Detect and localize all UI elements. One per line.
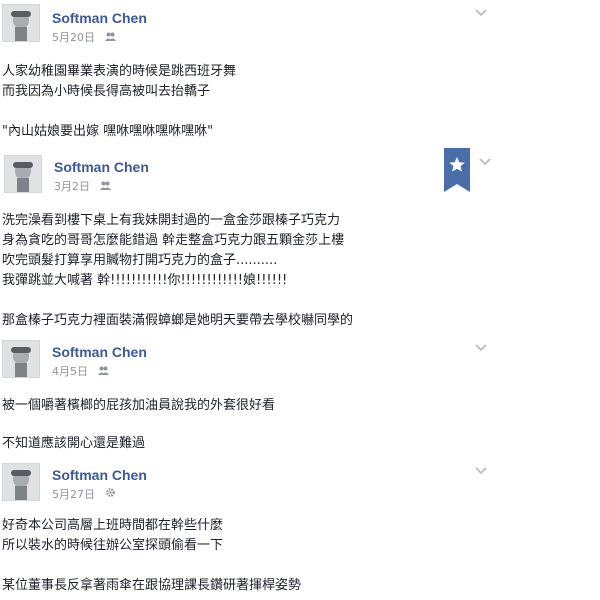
post-meta: 5月27日: [52, 486, 116, 502]
post-meta: 4月5日: [52, 363, 109, 379]
author-name[interactable]: Softman Chen: [52, 10, 147, 26]
chevron-down-icon[interactable]: [474, 8, 488, 18]
friends-icon[interactable]: [104, 31, 116, 44]
avatar[interactable]: [2, 4, 40, 42]
author-name[interactable]: Softman Chen: [54, 159, 149, 175]
avatar[interactable]: [2, 463, 40, 501]
author-name[interactable]: Softman Chen: [52, 344, 147, 360]
gear-icon[interactable]: [105, 487, 116, 501]
child-photo-icon: [3, 341, 39, 377]
author-name[interactable]: Softman Chen: [52, 467, 147, 483]
post-date[interactable]: 3月2日: [54, 180, 90, 193]
post-text-line: 那盒榛子巧克力裡面裝滿假蟑螂是她明天要帶去學校嚇同學的: [2, 313, 354, 328]
child-photo-icon: [5, 156, 41, 192]
post-text-line: 身為貪吃的哥哥怎麼能錯過 幹走整盒巧克力跟五顆金莎上樓: [2, 233, 345, 248]
post-text-line: 我彈跳並大喊著 幹!!!!!!!!!!!你!!!!!!!!!!!!娘!!!!!!: [2, 273, 288, 288]
chevron-down-icon[interactable]: [478, 157, 492, 167]
post-date[interactable]: 4月5日: [52, 365, 88, 378]
post-text-line: 洗完澡看到樓下桌上有我妹開封過的一盒金莎跟榛子巧克力: [2, 213, 341, 228]
post-text-line: 好奇本公司高層上班時間都在幹些什麼: [2, 518, 224, 533]
post-meta: 3月2日: [54, 178, 111, 194]
child-photo-icon: [3, 464, 39, 500]
avatar[interactable]: [4, 155, 42, 193]
post-text-line: 人家幼稚園畢業表演的時候是跳西班牙舞: [2, 64, 237, 79]
post-date[interactable]: 5月27日: [52, 488, 95, 501]
post-meta: 5月20日: [52, 29, 116, 45]
chevron-down-icon[interactable]: [474, 343, 488, 353]
post-text-line: 某位董事長反拿著雨傘在跟協理課長鑽研著揮桿姿勢: [2, 578, 302, 593]
post-text-line: 被一個嚼著檳榔的屁孩加油員說我的外套很好看: [2, 398, 276, 413]
chevron-down-icon[interactable]: [474, 466, 488, 476]
friends-icon[interactable]: [99, 180, 111, 193]
starred-ribbon-icon[interactable]: [444, 148, 470, 192]
post-text-line: "內山姑娘要出嫁 嘿咻嘿咻嘿咻嘿咻": [2, 124, 214, 139]
post-text-line: 吹完頭髮打算享用贓物打開巧克力的盒子..........: [2, 253, 278, 268]
friends-icon[interactable]: [97, 365, 109, 378]
post-text-line: 不知道應該開心還是難過: [2, 436, 146, 451]
avatar[interactable]: [2, 340, 40, 378]
child-photo-icon: [3, 5, 39, 41]
post-text-line: 所以裝水的時候往辦公室探頭偷看一下: [2, 538, 224, 553]
post-text-line: 而我因為小時候長得高被叫去抬轎子: [2, 84, 211, 99]
post-date[interactable]: 5月20日: [52, 31, 95, 44]
